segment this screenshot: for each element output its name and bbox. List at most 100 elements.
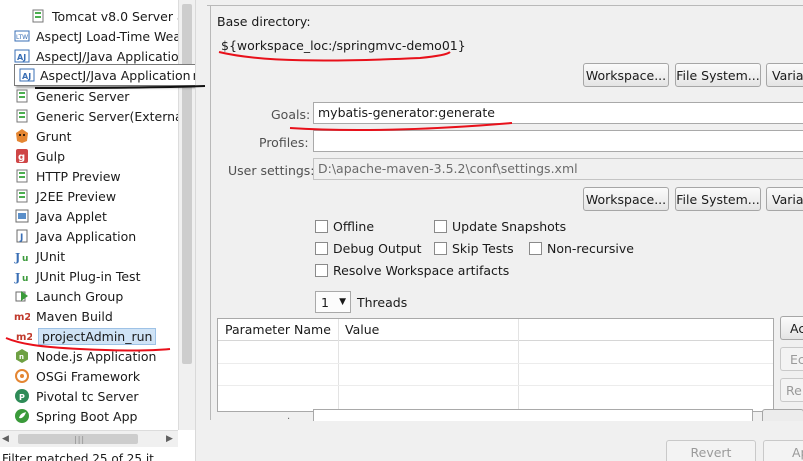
chevron-down-icon[interactable]: ▼ [339, 297, 346, 307]
tree-item-label: Spring Boot App [36, 408, 138, 424]
base-file-system-button[interactable]: File System... [675, 63, 761, 87]
tree-hover-popup: AJ AspectJ/Java Application ng [14, 64, 195, 86]
edit-parameter-button[interactable]: Ec [780, 347, 803, 371]
base-variables-button[interactable]: Variab [766, 63, 803, 87]
tree-item[interactable]: Generic Server [14, 86, 129, 106]
scroll-left-arrow-icon[interactable]: ◀ [2, 434, 9, 444]
column-parameter-name[interactable]: Parameter Name [225, 322, 331, 337]
skip-tests-checkbox-box[interactable] [434, 242, 447, 255]
tree-item-label: Java Applet [36, 208, 107, 224]
scroll-right-arrow-icon[interactable]: ▶ [166, 434, 173, 444]
debug-output-checkbox-label: Debug Output [333, 241, 422, 256]
tree-item-label: Java Application [36, 228, 137, 244]
settings-variables-button[interactable]: Variab [766, 187, 803, 211]
offline-checkbox-label: Offline [333, 219, 375, 234]
update-snapshots-checkbox[interactable]: Update Snapshots [434, 219, 566, 234]
tree-item[interactable]: Java Applet [14, 206, 107, 226]
threads-label: Threads [357, 295, 408, 310]
tree-item-label: Node.js Application [36, 348, 157, 364]
skip-tests-checkbox[interactable]: Skip Tests [434, 241, 514, 256]
java-app-icon: J [14, 228, 30, 244]
column-value[interactable]: Value [345, 322, 379, 337]
settings-workspace-button[interactable]: Workspace... [583, 187, 669, 211]
table-row[interactable] [218, 385, 773, 386]
tree-item[interactable]: OSGi Framework [14, 366, 140, 386]
tree-item[interactable]: n Node.js Application [14, 346, 156, 366]
tree-item[interactable]: Ju JUnit Plug-in Test [14, 266, 140, 286]
threads-select[interactable]: 1 ▼ [315, 291, 351, 313]
base-workspace-button[interactable]: Workspace... [583, 63, 669, 87]
nodejs-icon: n [14, 348, 30, 364]
offline-checkbox[interactable]: Offline [315, 219, 374, 234]
svg-text:J: J [19, 233, 23, 243]
remove-parameter-button[interactable]: Rer [780, 378, 803, 402]
svg-text:m2: m2 [14, 312, 30, 323]
skip-tests-checkbox-label: Skip Tests [452, 241, 514, 256]
debug-output-checkbox-box[interactable] [315, 242, 328, 255]
profiles-input[interactable] [313, 130, 803, 152]
applet-icon [14, 208, 30, 224]
resolve-workspace-checkbox-box[interactable] [315, 264, 328, 277]
sash-splitter[interactable] [195, 0, 207, 461]
gulp-icon: g [14, 148, 30, 164]
tree-item[interactable]: m2 projectAdmin_run [16, 326, 157, 346]
table-row[interactable] [218, 363, 773, 364]
tree-item[interactable]: J2EE Preview [14, 186, 116, 206]
tree-item-label: Pivotal tc Server [36, 388, 139, 404]
tree-item-label: J2EE Preview [36, 188, 117, 204]
tree-item[interactable]: J Java Application [14, 226, 136, 246]
launch-config-tree-panel: Tomcat v8.0 Server a LTW AspectJ Load-Time… [0, 0, 195, 461]
svg-text:u: u [22, 254, 28, 264]
apply-button[interactable]: Ap [763, 440, 803, 461]
tree-horizontal-scroll-thumb[interactable]: ||| [18, 434, 138, 444]
tree-item[interactable]: LTW AspectJ Load-Time Wea [14, 26, 181, 46]
tree-item[interactable]: m2 Maven Build [14, 306, 113, 326]
tree-item[interactable]: Generic Server(External [14, 106, 186, 126]
server-icon [14, 108, 30, 124]
main-tab-content: Base directory: ${workspace_loc:/springm… [210, 5, 803, 422]
truncated-label: . [287, 411, 293, 422]
server-icon [14, 188, 30, 204]
non-recursive-checkbox-box[interactable] [529, 242, 542, 255]
base-directory-field[interactable]: ${workspace_loc:/springmvc-demo01} [217, 36, 803, 58]
tree-vertical-scroll-thumb[interactable] [182, 4, 192, 364]
revert-button[interactable]: Revert [666, 440, 756, 461]
filter-status-text: Filter matched 25 of 25 it [2, 452, 154, 461]
add-parameter-button[interactable]: Ac [780, 316, 803, 340]
svg-text:m2: m2 [16, 332, 32, 343]
svg-text:AJ: AJ [22, 72, 31, 81]
jre-button[interactable] [762, 409, 803, 421]
resolve-workspace-checkbox[interactable]: Resolve Workspace artifacts [315, 263, 509, 278]
maven-icon: m2 [16, 328, 32, 344]
tree-item[interactable]: HTTP Preview [14, 166, 121, 186]
tree-item[interactable]: Spring Boot App [14, 406, 137, 426]
tree-horizontal-scrollbar[interactable]: ◀ ||| ▶ [0, 430, 178, 447]
profiles-label: Profiles: [259, 135, 309, 150]
user-settings-label: User settings: [228, 163, 315, 178]
tree-item[interactable]: Grunt [14, 126, 72, 146]
tree-item-label: OSGi Framework [36, 368, 141, 384]
tree-item[interactable]: Ju JUnit [14, 246, 65, 266]
tree-item[interactable]: Launch Group [14, 286, 123, 306]
tree-item[interactable]: P Pivotal tc Server [14, 386, 139, 406]
osgi-icon [14, 368, 30, 384]
parameter-table-header: Parameter Name Value [218, 319, 773, 341]
user-settings-input[interactable]: D:\apache-maven-3.5.2\conf\settings.xml [313, 158, 803, 180]
parameter-table[interactable]: Parameter Name Value [217, 318, 774, 412]
tree-item-label: JUnit [36, 248, 66, 264]
update-snapshots-checkbox-box[interactable] [434, 220, 447, 233]
debug-output-checkbox[interactable]: Debug Output [315, 241, 422, 256]
jre-field[interactable] [313, 409, 753, 421]
non-recursive-checkbox[interactable]: Non-recursive [529, 241, 634, 256]
tree-item-label: Generic Server(External [36, 108, 187, 124]
tree-item-label: Grunt [36, 128, 72, 144]
tree-item[interactable]: Tomcat v8.0 Server a [30, 6, 185, 26]
junit-icon: Ju [14, 248, 30, 264]
offline-checkbox-box[interactable] [315, 220, 328, 233]
goals-input[interactable]: mybatis-generator:generate [313, 102, 803, 124]
tree-item-label: AspectJ/Java Applicatio [36, 48, 179, 64]
settings-file-system-button[interactable]: File System... [675, 187, 761, 211]
tree-item[interactable]: AJ AspectJ/Java Applicatio [14, 46, 179, 66]
hover-popup-label: AspectJ/Java Application [40, 67, 191, 83]
tree-item[interactable]: g Gulp [14, 146, 65, 166]
